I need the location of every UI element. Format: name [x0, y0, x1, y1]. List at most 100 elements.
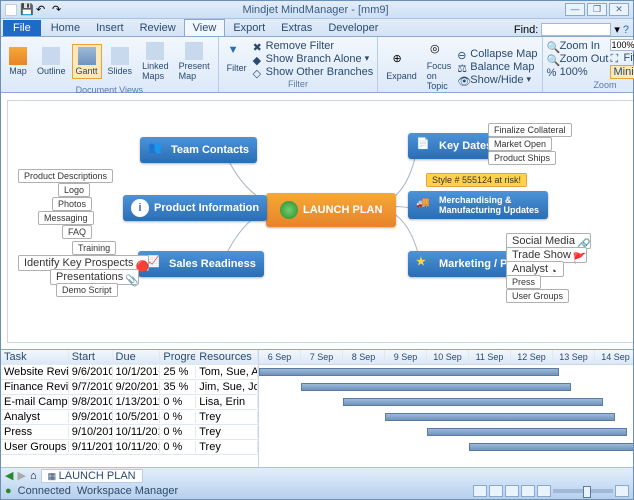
connection-icon: ● — [5, 485, 12, 497]
view-mode-1[interactable] — [473, 485, 487, 497]
tab-view[interactable]: View — [184, 19, 226, 36]
gantt-day: 7 Sep — [301, 350, 343, 364]
status-connected: Connected — [18, 485, 71, 497]
tab-export[interactable]: Export — [225, 20, 273, 36]
find-input[interactable] — [541, 23, 611, 36]
tab-review[interactable]: Review — [132, 20, 184, 36]
fullscreen-icon[interactable] — [615, 485, 629, 497]
doc-tab[interactable]: ▦ LAUNCH PLAN — [41, 469, 143, 483]
node-merch[interactable]: 🚚Merchandising & Manufacturing Updates — [408, 191, 548, 219]
view-gantt-button[interactable]: Gantt — [72, 44, 102, 79]
gantt-day: 11 Sep — [469, 350, 511, 364]
maximize-button[interactable]: ❐ — [587, 3, 607, 16]
tag[interactable]: Training — [72, 241, 116, 255]
balance-button[interactable]: ⚖Balance Map — [457, 61, 537, 73]
tag[interactable]: Market Open — [488, 137, 552, 151]
ribbon-tabs: File Home Insert Review View Export Extr… — [1, 19, 633, 37]
remove-filter-button[interactable]: ✖Remove Filter — [253, 40, 374, 52]
minimize-button[interactable]: — — [565, 3, 585, 16]
gantt-row[interactable]: Finance Review9/7/20109/20/201035 %Jim, … — [1, 380, 258, 395]
tag[interactable]: Logo — [58, 183, 90, 197]
mindmap-canvas[interactable]: LAUNCH PLAN 👥Team Contacts iProduct Info… — [7, 100, 633, 343]
view-mode-3[interactable] — [505, 485, 519, 497]
view-mode-4[interactable] — [521, 485, 535, 497]
app-icon — [5, 4, 17, 16]
view-map-button[interactable]: Map — [5, 44, 31, 79]
gantt-row[interactable]: User Groups9/11/201010/11/201...0 %Trey — [1, 440, 258, 455]
callout-risk[interactable]: Style # 555124 at risk! — [426, 173, 527, 187]
view-present-button[interactable]: Present Map — [175, 39, 214, 84]
tag[interactable]: Product Descriptions — [18, 169, 113, 183]
close-button[interactable]: ✕ — [609, 3, 629, 16]
tab-developer[interactable]: Developer — [320, 20, 386, 36]
priority-icon: 🔴 — [135, 260, 143, 268]
tag[interactable]: Messaging — [38, 211, 94, 225]
undo-icon[interactable]: ↶ — [36, 3, 50, 17]
node-center[interactable]: LAUNCH PLAN — [266, 193, 396, 227]
tag[interactable]: Finalize Collateral — [488, 123, 572, 137]
tag[interactable]: Photos — [52, 197, 92, 211]
show-other-button[interactable]: ◇Show Other Branches — [253, 66, 374, 78]
gantt-day: 8 Sep — [343, 350, 385, 364]
view-slides-button[interactable]: Slides — [104, 44, 137, 79]
gantt-chart[interactable]: 6 Sep7 Sep8 Sep9 Sep10 Sep11 Sep12 Sep13… — [259, 350, 633, 467]
zoom-input[interactable] — [610, 39, 634, 51]
progress-icon: ◔ — [550, 266, 558, 274]
gantt-day: 6 Sep — [259, 350, 301, 364]
home-icon[interactable]: ⌂ — [30, 470, 37, 482]
node-dates[interactable]: 📄Key Dates — [408, 133, 500, 159]
find-label: Find: — [514, 24, 538, 36]
gantt-row[interactable]: Website Review9/6/201010/1/2010...25 %To… — [1, 365, 258, 380]
expand-button[interactable]: ⊕Expand — [382, 49, 421, 84]
node-info[interactable]: iProduct Information — [123, 195, 267, 221]
nav-back-icon[interactable]: ◀ — [5, 469, 13, 482]
help-icon[interactable]: ? — [623, 24, 629, 36]
document-tabs: ◀ ▶ ⌂ ▦ LAUNCH PLAN — [1, 467, 633, 483]
gantt-header: TaskStartDueProgressResources — [1, 350, 258, 365]
link-icon: 🔗 — [577, 238, 585, 246]
node-sales[interactable]: 📈Sales Readiness — [138, 251, 264, 277]
zoom-out-button[interactable]: 🔍Zoom Out — [547, 53, 609, 65]
tab-file[interactable]: File — [3, 20, 41, 36]
zoom-in-button[interactable]: 🔍Zoom In — [547, 40, 609, 52]
view-outline-button[interactable]: Outline — [33, 44, 70, 79]
collapse-button[interactable]: ⊖Collapse Map — [457, 48, 537, 60]
view-mode-2[interactable] — [489, 485, 503, 497]
redo-icon[interactable]: ↷ — [52, 3, 66, 17]
gantt-day: 9 Sep — [385, 350, 427, 364]
tab-insert[interactable]: Insert — [88, 20, 132, 36]
mini-view-button[interactable]: Mini View — [610, 65, 634, 79]
window-title: Mindjet MindManager - [mm9] — [66, 4, 565, 16]
save-icon[interactable]: 💾 — [20, 3, 34, 17]
tag[interactable]: FAQ — [62, 225, 92, 239]
tab-extras[interactable]: Extras — [273, 20, 320, 36]
nav-fwd-icon[interactable]: ▶ — [17, 469, 25, 482]
node-contacts[interactable]: 👥Team Contacts — [140, 137, 257, 163]
gantt-row[interactable]: Analyst9/9/201010/5/20100 %Trey — [1, 410, 258, 425]
showhide-button[interactable]: 👁Show/Hide ▾ — [457, 74, 537, 86]
gantt-row[interactable]: Press9/10/201010/11/201...0 %Trey — [1, 425, 258, 440]
status-bar: ● Connected Workspace Manager — [1, 483, 633, 499]
tag[interactable]: Demo Script — [56, 283, 118, 297]
tag[interactable]: Press — [506, 275, 541, 289]
status-wm[interactable]: Workspace Manager — [77, 485, 178, 497]
gantt-day: 14 Sep — [595, 350, 633, 364]
gantt-panel: TaskStartDueProgressResources Website Re… — [1, 349, 633, 467]
focus-button[interactable]: ◎Focus on Topic — [423, 39, 456, 94]
ribbon: Map Outline Gantt Slides Linked Maps Pre… — [1, 37, 633, 93]
fit-map-button[interactable]: ⛶Fit Map — [610, 52, 634, 64]
zoom-100-button[interactable]: %100% — [547, 66, 609, 78]
tab-home[interactable]: Home — [43, 20, 88, 36]
tag[interactable]: User Groups — [506, 289, 569, 303]
tag[interactable]: Product Ships — [488, 151, 556, 165]
titlebar: 💾 ↶ ↷ Mindjet MindManager - [mm9] — ❐ ✕ — [1, 1, 633, 19]
find-dropdown-icon[interactable]: ▾ — [614, 23, 620, 36]
zoom-slider[interactable] — [553, 489, 613, 493]
filter-button[interactable]: ▼Filter — [223, 41, 251, 76]
view-mode-5[interactable] — [537, 485, 551, 497]
attach-icon: 📎 — [125, 274, 133, 282]
show-branch-button[interactable]: ◆Show Branch Alone ▾ — [253, 53, 374, 65]
gantt-table: TaskStartDueProgressResources Website Re… — [1, 350, 259, 467]
view-linked-button[interactable]: Linked Maps — [138, 39, 173, 84]
gantt-row[interactable]: E-mail Campaigns9/8/20101/13/20110 %Lisa… — [1, 395, 258, 410]
